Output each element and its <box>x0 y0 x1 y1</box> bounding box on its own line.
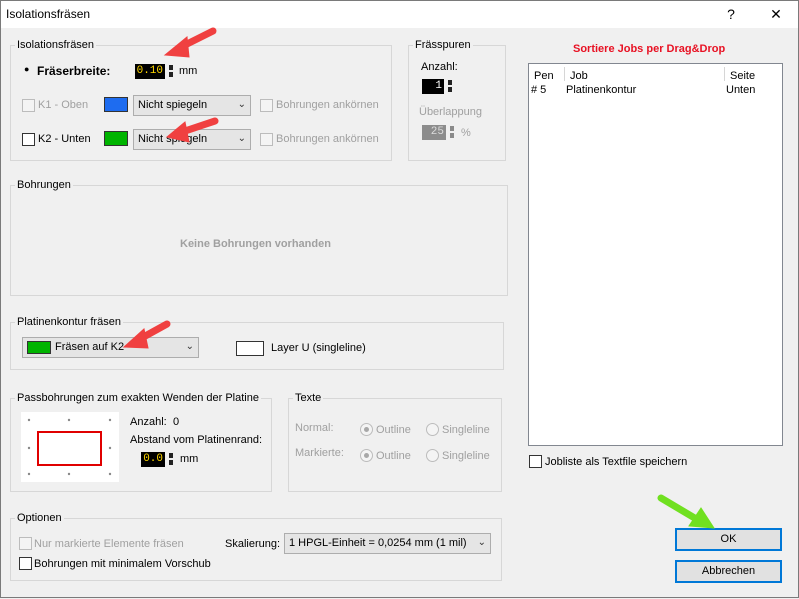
dialog-window: Isolationsfräsen ? ✕ Isolationsfräsen ● … <box>0 0 799 598</box>
annotation-arrows <box>122 27 715 529</box>
